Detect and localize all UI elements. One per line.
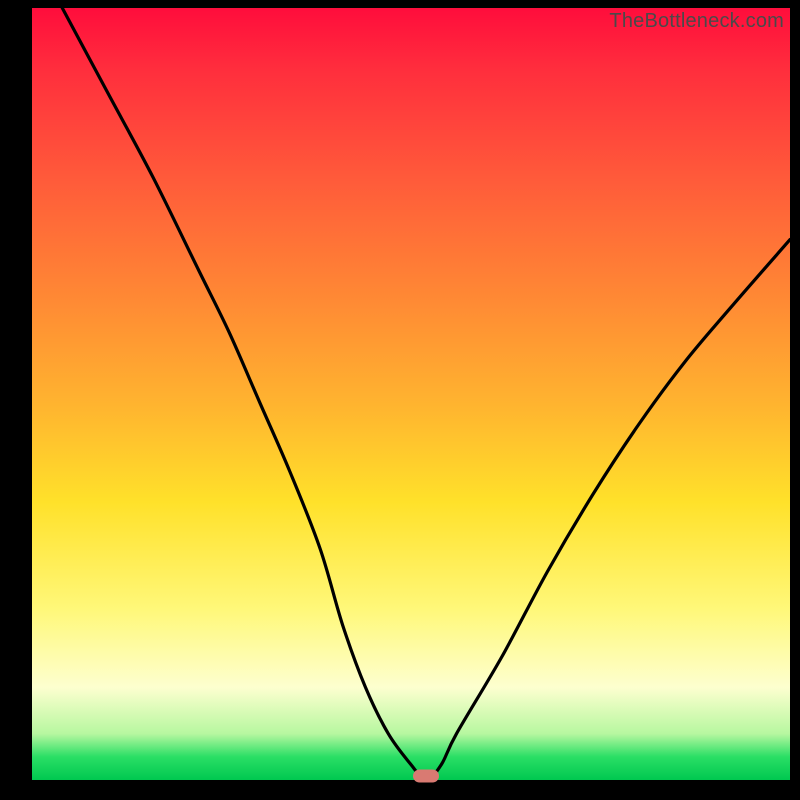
minimum-marker (413, 770, 439, 783)
plot-area: TheBottleneck.com (32, 8, 790, 780)
chart-frame: TheBottleneck.com (0, 0, 800, 800)
bottleneck-curve (32, 8, 790, 780)
